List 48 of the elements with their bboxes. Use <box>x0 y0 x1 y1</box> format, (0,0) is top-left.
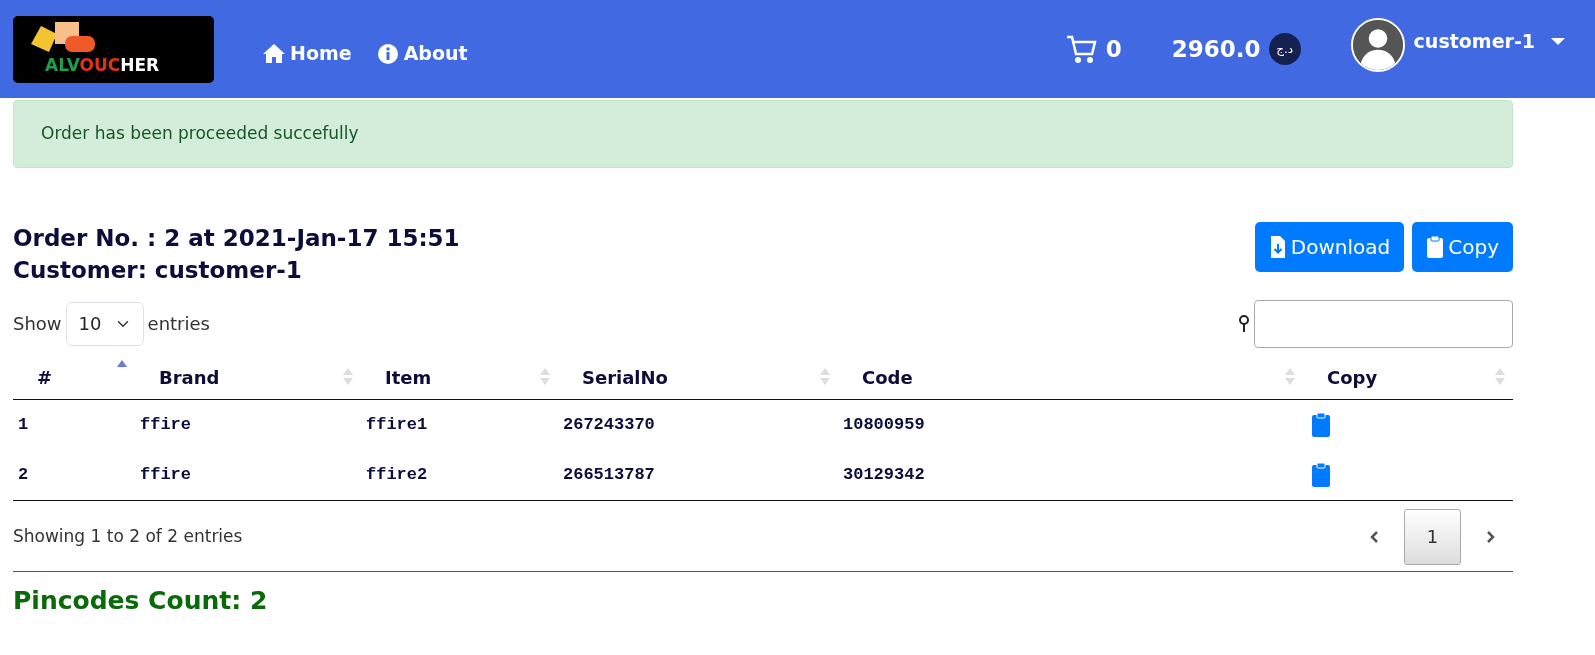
customer-name: Customer: customer-1 <box>13 255 303 285</box>
user-menu[interactable]: customer-1 <box>1412 26 1566 57</box>
entries-label: entries <box>147 312 210 336</box>
entries-info: Showing 1 to 2 of 2 entries <box>13 524 243 548</box>
currency-badge: د.ج <box>1268 33 1301 65</box>
table-cell: ffire2 <box>361 449 558 500</box>
column-header[interactable]: Copy <box>1303 355 1513 399</box>
table-cell: ffire <box>135 449 361 500</box>
table-cell: 30129342 <box>838 449 1303 500</box>
cart-icon[interactable] <box>1065 34 1098 64</box>
column-header[interactable]: # <box>13 355 135 399</box>
next-icon[interactable] <box>1485 530 1495 543</box>
table-cell: 1 <box>13 399 135 450</box>
previous-icon[interactable] <box>1370 530 1380 543</box>
table-cell: 2 <box>13 449 135 500</box>
table-cell: ffire <box>135 399 361 450</box>
file-download-icon <box>1268 234 1287 259</box>
table-cell: 10800959 <box>838 399 1303 450</box>
table-cell: 266513787 <box>558 449 838 500</box>
column-header[interactable]: Code <box>838 355 1303 399</box>
table-cell: ffire1 <box>361 399 558 450</box>
success-alert: Order has been proceeded succefully <box>13 100 1513 168</box>
info-icon <box>375 42 400 64</box>
column-header[interactable]: Item <box>361 355 558 399</box>
clipboard-icon <box>1426 234 1445 259</box>
order-title: Order No. : 2 at 2021-Jan-17 15:51 <box>13 223 460 253</box>
home-icon <box>262 42 286 64</box>
caret-icon <box>1551 37 1565 45</box>
avatar-icon[interactable] <box>1350 18 1405 72</box>
balance: 2960.0 <box>1171 34 1261 64</box>
download-button[interactable]: Download <box>1254 221 1405 272</box>
pincodes-count: Pincodes Count: 2 <box>13 570 1513 619</box>
logo-text: ALVOUCHER <box>45 54 161 77</box>
clipboard-icon[interactable] <box>1311 461 1331 488</box>
nav-link[interactable]: About <box>375 38 468 68</box>
search-field[interactable] <box>1254 299 1513 348</box>
page-button[interactable]: 1 <box>1404 508 1461 565</box>
cart-count: 0 <box>1105 34 1122 64</box>
logo[interactable]: ALVOUCHER <box>13 15 214 83</box>
copy-button[interactable]: Copy <box>1412 221 1513 272</box>
column-header[interactable]: SerialNo <box>558 355 838 399</box>
entries-select[interactable]: 10 <box>65 301 144 346</box>
table-cell: 267243370 <box>558 399 838 450</box>
nav-link[interactable]: Home <box>262 38 352 68</box>
clipboard-icon[interactable] <box>1311 411 1331 438</box>
show-label: Show <box>13 312 62 336</box>
search-icon <box>1238 313 1250 334</box>
column-header[interactable]: Brand <box>135 355 361 399</box>
